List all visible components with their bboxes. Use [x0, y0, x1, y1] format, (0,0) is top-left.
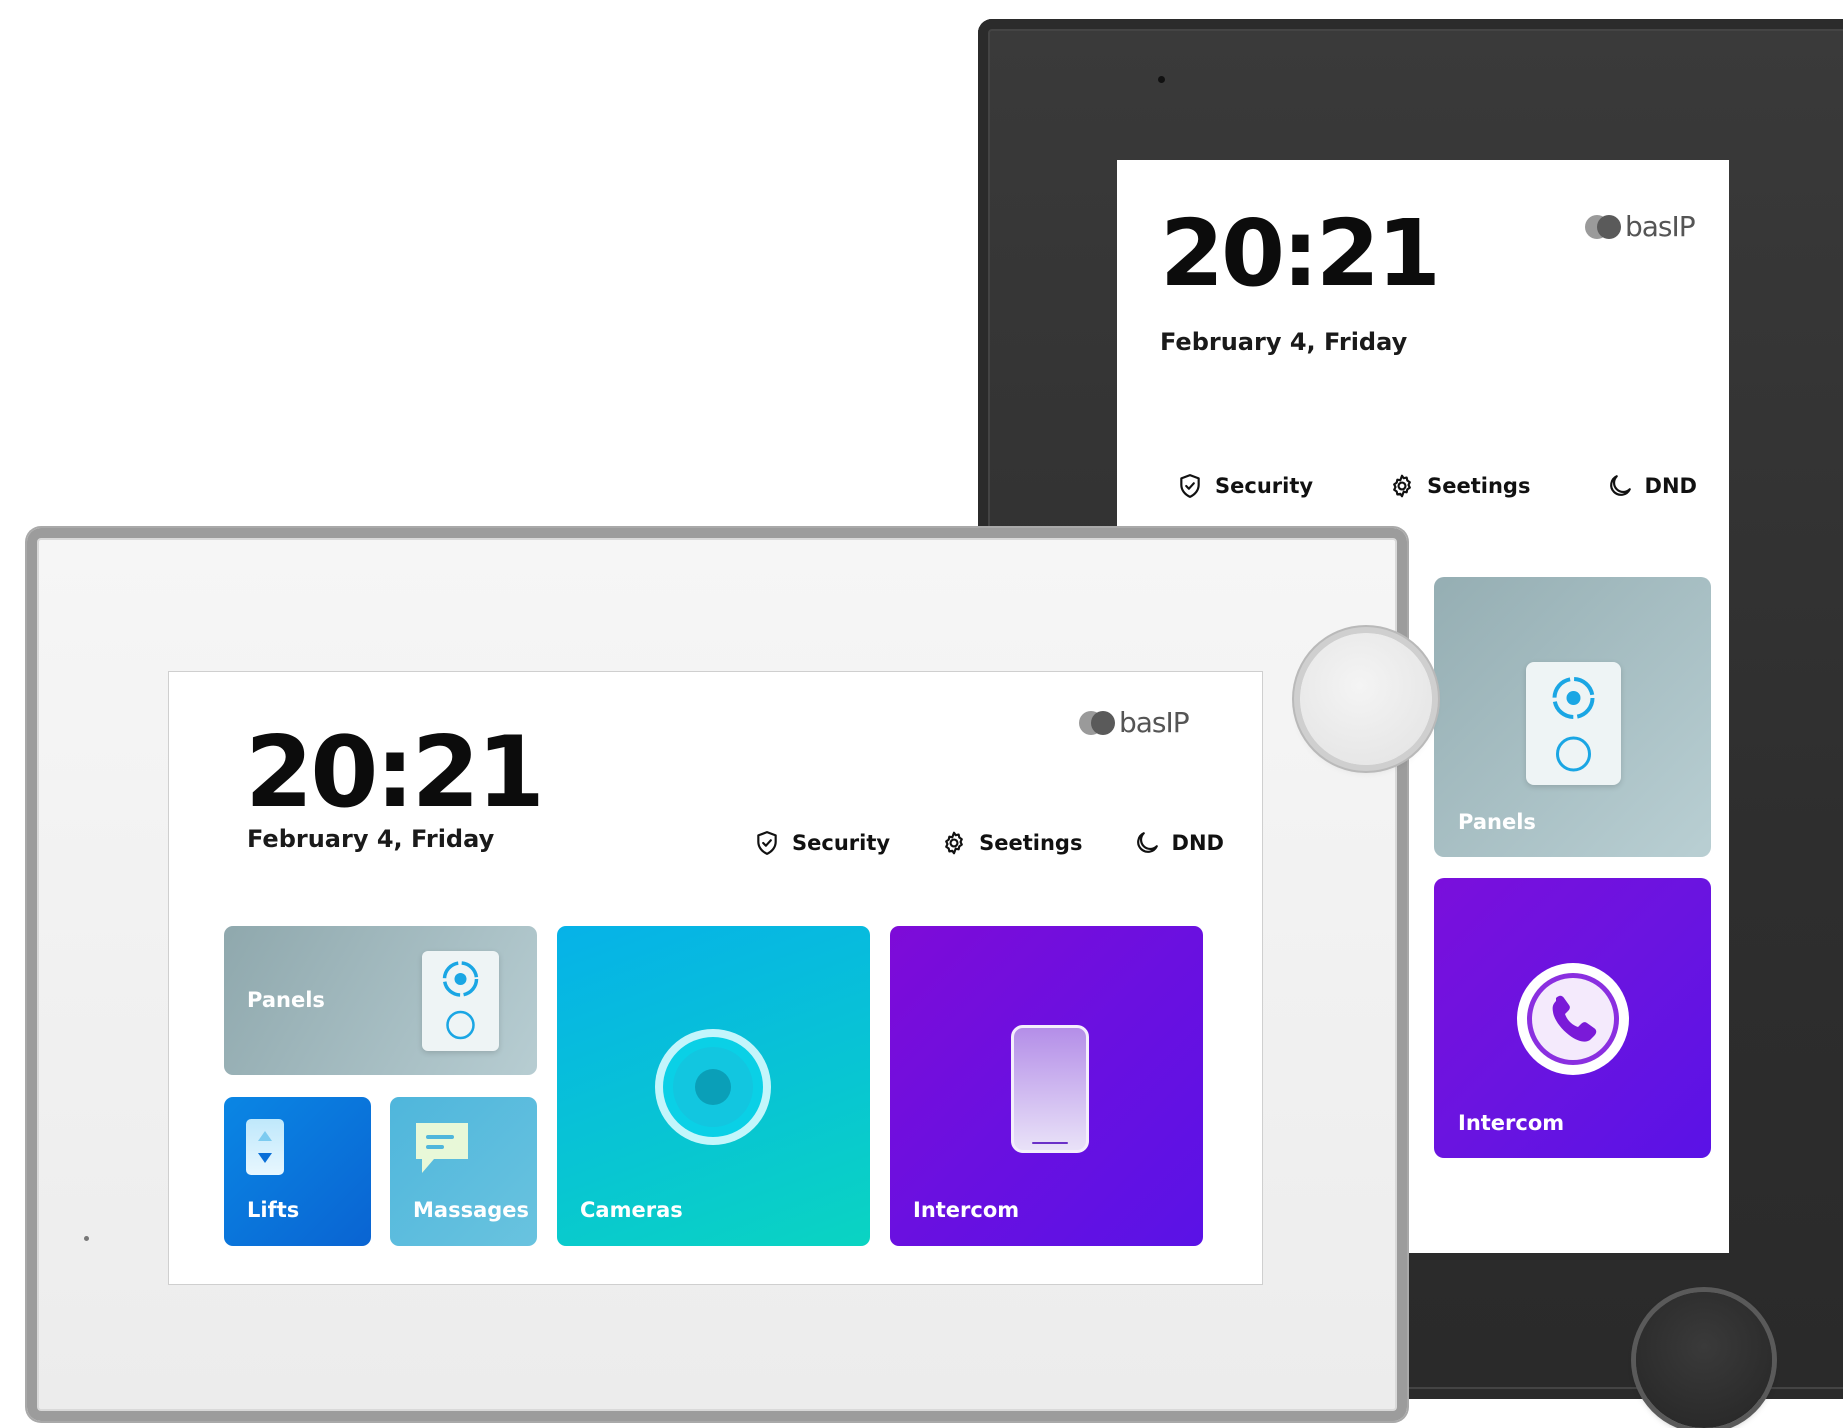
- landscape-screen: 20:21 February 4, Friday basIP Security …: [168, 671, 1263, 1285]
- light-sensor: [84, 1236, 89, 1241]
- chat-bubble-icon: [412, 1119, 472, 1177]
- messages-label: Massages: [413, 1198, 530, 1222]
- gear-icon: [945, 831, 964, 855]
- landscape-rotary-knob[interactable]: [1300, 633, 1432, 765]
- cameras-tile[interactable]: Cameras: [557, 926, 870, 1246]
- quick-actions-bar: Security Seetings DND: [754, 825, 1224, 861]
- moon-icon: [1136, 832, 1158, 853]
- camera-lens-icon: [652, 1026, 774, 1148]
- date-label: February 4, Friday: [1160, 328, 1408, 356]
- doorbell-panel-icon: [1526, 662, 1621, 785]
- panels-tile[interactable]: Panels: [224, 926, 537, 1075]
- lifts-label: Lifts: [247, 1198, 300, 1222]
- dnd-label: DND: [1171, 831, 1224, 855]
- settings-label: Seetings: [979, 831, 1083, 855]
- cameras-label: Cameras: [580, 1198, 683, 1222]
- gear-icon: [1393, 474, 1412, 498]
- quick-actions-bar: Security Seetings DND: [1177, 468, 1697, 504]
- dnd-button[interactable]: DND: [1607, 473, 1697, 499]
- moon-icon: [1609, 475, 1631, 496]
- dnd-label: DND: [1644, 474, 1697, 498]
- intercom-label: Intercom: [1458, 1111, 1565, 1135]
- shield-check-icon: [757, 831, 777, 855]
- date-label: February 4, Friday: [247, 825, 495, 853]
- messages-tile[interactable]: Massages: [390, 1097, 537, 1246]
- brand-logo-text: basIP: [1625, 210, 1696, 243]
- dnd-button[interactable]: DND: [1134, 830, 1224, 856]
- security-label: Security: [792, 831, 891, 855]
- panels-label: Panels: [247, 988, 325, 1012]
- brand-logo: basIP: [1585, 210, 1696, 243]
- front-camera: [1158, 76, 1165, 83]
- panels-tile[interactable]: Panels: [1434, 577, 1711, 857]
- shield-check-icon: [1180, 474, 1200, 498]
- brand-logo-text: basIP: [1119, 706, 1190, 739]
- intercom-tile[interactable]: Intercom: [890, 926, 1203, 1246]
- doorbell-panel-icon: [422, 951, 499, 1051]
- intercom-label: Intercom: [913, 1198, 1020, 1222]
- phone-call-icon: [1512, 958, 1634, 1080]
- portrait-rotary-knob[interactable]: [1636, 1292, 1772, 1428]
- elevator-icon: [246, 1119, 284, 1175]
- smartphone-icon: [1011, 1025, 1089, 1153]
- clock-time: 20:21: [245, 716, 545, 830]
- settings-button[interactable]: Seetings: [941, 830, 1082, 856]
- settings-button[interactable]: Seetings: [1389, 473, 1530, 499]
- clock-time: 20:21: [1160, 200, 1441, 307]
- intercom-tile[interactable]: Intercom: [1434, 878, 1711, 1158]
- settings-label: Seetings: [1427, 474, 1531, 498]
- lifts-tile[interactable]: Lifts: [224, 1097, 371, 1246]
- security-button[interactable]: Security: [1177, 473, 1313, 499]
- security-button[interactable]: Security: [754, 830, 890, 856]
- brand-logo-mark: [1585, 214, 1621, 239]
- brand-logo: basIP: [1079, 706, 1190, 739]
- brand-logo-mark: [1079, 710, 1115, 735]
- panels-label: Panels: [1458, 810, 1536, 834]
- security-label: Security: [1215, 474, 1314, 498]
